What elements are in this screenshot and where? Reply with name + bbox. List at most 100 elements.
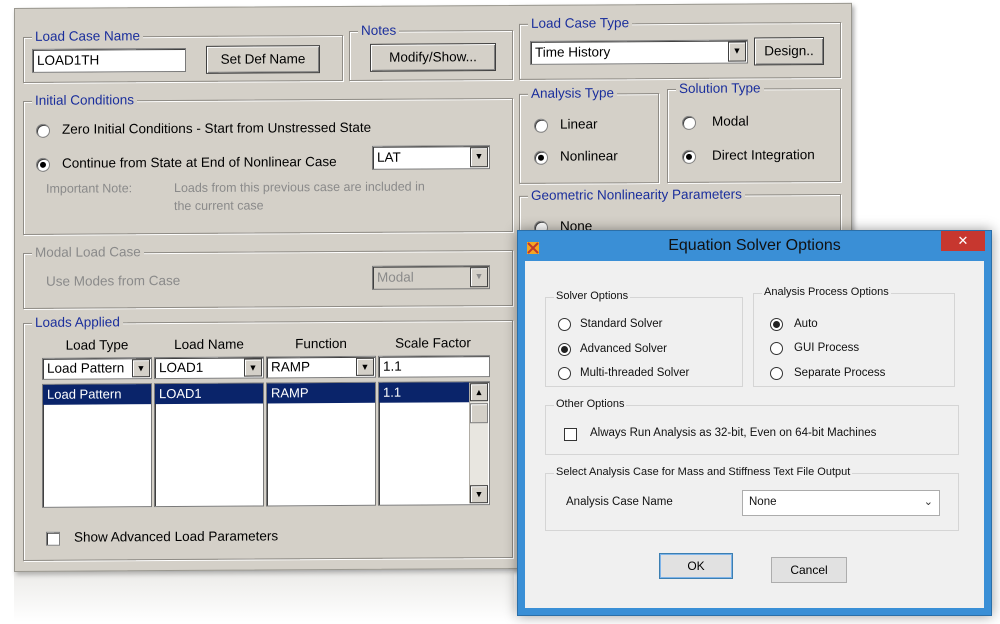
scroll-thumb[interactable]	[470, 403, 488, 424]
zero-initial-label: Zero Initial Conditions - Start from Uns…	[62, 119, 372, 137]
modal-case-value: Modal	[377, 269, 414, 285]
analysis-case-name-label: Analysis Case Name	[566, 496, 673, 508]
auto-radio[interactable]	[770, 318, 783, 331]
run-32bit-checkbox[interactable]	[564, 428, 577, 441]
load-case-type-value: Time History	[535, 44, 611, 60]
column-header-function: Function	[295, 335, 347, 352]
auto-label: Auto	[794, 318, 818, 330]
run-32bit-label: Always Run Analysis as 32-bit, Even on 6…	[590, 427, 877, 439]
notes-group: Notes Modify/Show...	[349, 22, 513, 81]
function-select[interactable]: RAMP ▼	[266, 355, 376, 379]
scale-factor-input[interactable]: 1.1	[378, 355, 490, 378]
modal-radio[interactable]	[682, 115, 696, 130]
standard-solver-radio[interactable]	[558, 318, 571, 331]
function-value: RAMP	[271, 359, 311, 375]
show-advanced-label: Show Advanced Load Parameters	[74, 528, 279, 545]
other-options-group: Other Options Always Run Analysis as 32-…	[545, 398, 959, 455]
list-column-scale-factor[interactable]: 1.1 ▲ ▼	[378, 381, 490, 506]
modal-load-case-group: Modal Load Case Use Modes from Case Moda…	[23, 244, 513, 309]
load-name-select[interactable]: LOAD1 ▼	[154, 356, 264, 380]
chevron-down-icon[interactable]: ▼	[244, 358, 262, 377]
load-case-type-group: Load Case Type Time History ▼ Design..	[519, 15, 841, 80]
column-header-load-type: Load Type	[65, 337, 129, 353]
continue-from-label: Continue from State at End of Nonlinear …	[62, 154, 337, 171]
process-options-title: Analysis Process Options	[762, 286, 891, 298]
list-column-load-type[interactable]: Load Pattern	[42, 383, 152, 508]
standard-solver-label: Standard Solver	[580, 318, 663, 330]
equation-solver-dialog: Equation Solver Options ✕ Solver Options…	[517, 230, 992, 616]
design-button[interactable]: Design..	[754, 37, 824, 66]
nonlinear-radio[interactable]	[534, 150, 548, 165]
chevron-down-icon[interactable]: ▼	[470, 485, 488, 504]
process-options-group: Analysis Process Options Auto GUI Proces…	[753, 286, 955, 387]
load-case-type-select[interactable]: Time History ▼	[530, 39, 748, 65]
column-header-scale-factor: Scale Factor	[395, 335, 471, 351]
load-case-name-group: Load Case Name LOAD1TH Set Def Name	[23, 28, 343, 83]
gui-process-radio[interactable]	[770, 342, 783, 355]
load-case-name-title: Load Case Name	[32, 28, 144, 44]
separate-process-label: Separate Process	[794, 367, 886, 379]
initial-conditions-title: Initial Conditions	[32, 92, 138, 108]
direct-integration-label: Direct Integration	[712, 147, 815, 163]
show-advanced-checkbox[interactable]	[46, 531, 60, 546]
advanced-solver-radio[interactable]	[558, 343, 571, 356]
modal-load-case-title: Modal Load Case	[32, 244, 144, 260]
load-case-name-input[interactable]: LOAD1TH	[32, 47, 186, 73]
linear-label: Linear	[560, 116, 598, 132]
analysis-case-name-value: None	[749, 496, 777, 508]
text-output-group: Select Analysis Case for Mass and Stiffn…	[545, 466, 959, 531]
nonlinear-label: Nonlinear	[560, 148, 618, 164]
table-cell[interactable]: 1.1	[379, 382, 469, 403]
load-case-type-title: Load Case Type	[528, 15, 633, 31]
column-header-load-name: Load Name	[174, 336, 244, 353]
solution-type-group: Solution Type Modal Direct Integration	[667, 80, 841, 184]
load-name-value: LOAD1	[159, 359, 204, 376]
load-type-value: Load Pattern	[47, 360, 125, 376]
direct-integration-radio[interactable]	[682, 149, 696, 164]
multi-threaded-solver-label: Multi-threaded Solver	[580, 367, 690, 379]
chevron-down-icon[interactable]: ▼	[470, 147, 488, 168]
notes-title: Notes	[358, 22, 400, 38]
modal-case-select: Modal ▼	[372, 265, 490, 290]
cancel-button[interactable]: Cancel	[771, 557, 847, 583]
nonlinear-case-select[interactable]: LAT ▼	[372, 145, 490, 170]
chevron-down-icon[interactable]: ▼	[356, 357, 374, 376]
advanced-solver-label: Advanced Solver	[580, 343, 667, 355]
table-cell[interactable]: Load Pattern	[43, 384, 151, 405]
use-modes-label: Use Modes from Case	[46, 272, 181, 289]
nonlinear-case-value: LAT	[377, 149, 401, 165]
analysis-case-name-select[interactable]: None ⌄	[742, 490, 940, 516]
zero-initial-radio[interactable]	[36, 123, 50, 138]
multi-threaded-solver-radio[interactable]	[558, 367, 571, 380]
loads-applied-title: Loads Applied	[32, 314, 123, 330]
chevron-down-icon[interactable]: ▼	[728, 41, 746, 62]
separate-process-radio[interactable]	[770, 367, 783, 380]
close-icon[interactable]: ✕	[941, 231, 985, 251]
chevron-down-icon[interactable]: ⌄	[924, 495, 933, 508]
linear-radio[interactable]	[534, 118, 548, 133]
chevron-down-icon: ▼	[470, 267, 488, 288]
ok-button[interactable]: OK	[659, 553, 733, 579]
table-cell[interactable]: RAMP	[267, 382, 375, 404]
analysis-type-title: Analysis Type	[528, 85, 618, 101]
chevron-up-icon[interactable]: ▲	[470, 383, 488, 402]
scrollbar[interactable]: ▲ ▼	[469, 383, 488, 504]
continue-from-radio[interactable]	[36, 157, 50, 172]
loads-applied-group: Loads Applied Load Type Load Name Functi…	[23, 314, 513, 561]
important-note-line2: the current case	[174, 198, 264, 214]
load-type-select[interactable]: Load Pattern ▼	[42, 357, 152, 380]
solver-options-group: Solver Options Standard Solver Advanced …	[545, 290, 743, 387]
set-def-name-button[interactable]: Set Def Name	[206, 45, 320, 74]
solver-options-title: Solver Options	[554, 290, 631, 302]
modify-show-button[interactable]: Modify/Show...	[370, 43, 496, 72]
text-output-title: Select Analysis Case for Mass and Stiffn…	[554, 466, 853, 478]
initial-conditions-group: Initial Conditions Zero Initial Conditio…	[23, 92, 513, 235]
table-cell[interactable]: LOAD1	[155, 383, 263, 405]
list-column-function[interactable]: RAMP	[266, 381, 376, 507]
analysis-type-group: Analysis Type Linear Nonlinear	[519, 85, 659, 184]
list-column-load-name[interactable]: LOAD1	[154, 382, 264, 508]
chevron-down-icon[interactable]: ▼	[132, 359, 150, 378]
dialog-client: Solver Options Standard Solver Advanced …	[525, 261, 984, 608]
solution-type-title: Solution Type	[676, 80, 764, 96]
dialog-title: Equation Solver Options	[668, 237, 841, 254]
